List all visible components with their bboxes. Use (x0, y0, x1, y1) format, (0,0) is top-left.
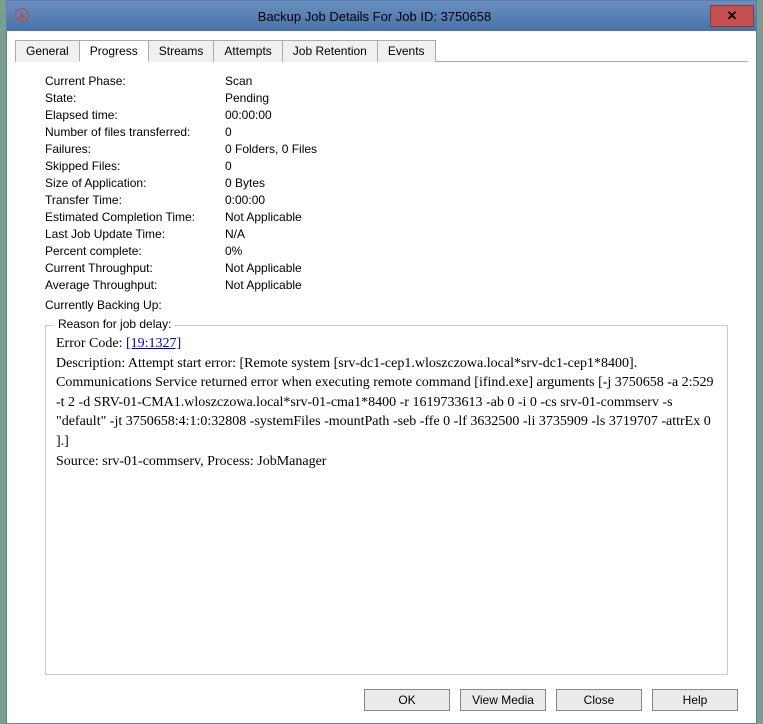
app-icon (15, 8, 31, 24)
tab-events[interactable]: Events (377, 40, 436, 62)
error-code-prefix: Error Code: (56, 336, 126, 351)
field-value: Not Applicable (225, 210, 728, 224)
error-description: Description: Attempt start error: [Remot… (56, 354, 717, 452)
error-code-link[interactable]: [19:1327] (126, 336, 181, 351)
field-label: Estimated Completion Time: (45, 210, 225, 224)
field-row: Current Throughput:Not Applicable (45, 261, 728, 275)
field-label: Number of files transferred: (45, 125, 225, 139)
field-value: Not Applicable (225, 261, 728, 275)
field-row: Transfer Time:0:00:00 (45, 193, 728, 207)
field-row: Elapsed time:00:00:00 (45, 108, 728, 122)
dialog-content: General Progress Streams Attempts Job Re… (7, 31, 756, 723)
field-label: State: (45, 91, 225, 105)
close-button[interactable]: Close (556, 689, 642, 711)
field-row: Failures:0 Folders, 0 Files (45, 142, 728, 156)
close-window-button[interactable]: ✕ (710, 5, 754, 27)
field-label: Average Throughput: (45, 278, 225, 292)
field-value: 0% (225, 244, 728, 258)
field-label: Current Throughput: (45, 261, 225, 275)
field-row: Size of Application:0 Bytes (45, 176, 728, 190)
field-value: Not Applicable (225, 278, 728, 292)
reason-for-delay-group: Reason for job delay: Error Code: [19:13… (45, 325, 728, 675)
field-value: Pending (225, 91, 728, 105)
tab-attempts[interactable]: Attempts (213, 40, 282, 62)
view-media-button[interactable]: View Media (460, 689, 546, 711)
window-title: Backup Job Details For Job ID: 3750658 (39, 9, 710, 24)
tab-job-retention[interactable]: Job Retention (282, 40, 378, 62)
field-row: Last Job Update Time:N/A (45, 227, 728, 241)
field-label: Last Job Update Time: (45, 227, 225, 241)
field-label: Transfer Time: (45, 193, 225, 207)
dialog-window: Backup Job Details For Job ID: 3750658 ✕… (6, 0, 757, 724)
field-value: 0 (225, 125, 728, 139)
delay-text: Error Code: [19:1327] Description: Attem… (56, 334, 717, 471)
field-value: 0 Folders, 0 Files (225, 142, 728, 156)
help-button[interactable]: Help (652, 689, 738, 711)
field-value: 0 (225, 159, 728, 173)
field-row: Currently Backing Up: (45, 298, 728, 312)
tab-streams[interactable]: Streams (148, 40, 215, 62)
tab-bar: General Progress Streams Attempts Job Re… (15, 39, 748, 62)
field-row: Number of files transferred:0 (45, 125, 728, 139)
field-row: Estimated Completion Time:Not Applicable (45, 210, 728, 224)
field-row: Current Phase:Scan (45, 74, 728, 88)
field-value: 0 Bytes (225, 176, 728, 190)
field-row: Average Throughput:Not Applicable (45, 278, 728, 292)
field-label: Failures: (45, 142, 225, 156)
close-icon: ✕ (727, 8, 738, 24)
error-code-line: Error Code: [19:1327] (56, 334, 717, 354)
field-row: Percent complete:0% (45, 244, 728, 258)
field-value: 0:00:00 (225, 193, 728, 207)
field-value (225, 298, 728, 312)
field-label: Skipped Files: (45, 159, 225, 173)
field-value: N/A (225, 227, 728, 241)
tab-progress[interactable]: Progress (79, 40, 149, 62)
field-value: Scan (225, 74, 728, 88)
progress-fields: Current Phase:Scan State:Pending Elapsed… (15, 70, 748, 319)
dialog-buttons: OK View Media Close Help (15, 685, 748, 715)
field-label: Elapsed time: (45, 108, 225, 122)
field-row: State:Pending (45, 91, 728, 105)
titlebar: Backup Job Details For Job ID: 3750658 ✕ (7, 1, 756, 31)
field-label: Currently Backing Up: (45, 298, 225, 312)
ok-button[interactable]: OK (364, 689, 450, 711)
field-label: Current Phase: (45, 74, 225, 88)
field-row: Skipped Files:0 (45, 159, 728, 173)
reason-legend: Reason for job delay: (54, 317, 175, 331)
field-label: Percent complete: (45, 244, 225, 258)
tab-general[interactable]: General (15, 40, 80, 62)
error-source: Source: srv-01-commserv, Process: JobMan… (56, 452, 717, 472)
field-label: Size of Application: (45, 176, 225, 190)
field-value: 00:00:00 (225, 108, 728, 122)
